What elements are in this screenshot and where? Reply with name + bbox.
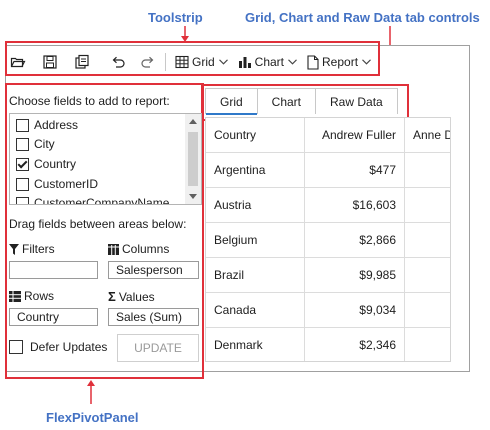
field-checkbox[interactable] [16, 137, 29, 151]
rows-label: Rows [24, 289, 55, 303]
filters-area[interactable] [9, 261, 98, 279]
pivot-grid[interactable]: Country Andrew Fuller Anne D Argentina $… [205, 117, 451, 362]
field-checkbox[interactable] [16, 177, 29, 191]
row-header-cell[interactable]: Brazil [206, 258, 305, 293]
toolstrip-highlight [5, 41, 380, 76]
table-row: Belgium $2,866 [206, 223, 450, 258]
tab-raw-data[interactable]: Raw Data [315, 88, 398, 114]
values-label: Values [118, 289, 155, 304]
row-header-cell[interactable]: Denmark [206, 328, 305, 361]
field-label: Address [34, 118, 79, 132]
table-row: Canada $9,034 [206, 293, 450, 328]
filters-area-label: Filters [9, 242, 55, 256]
filter-icon [9, 243, 19, 255]
defer-updates-box[interactable] [9, 340, 23, 354]
filters-label: Filters [22, 242, 55, 256]
scroll-thumb[interactable] [188, 132, 198, 186]
columns-area[interactable]: Salesperson [108, 261, 199, 279]
column-header-andrew-fuller[interactable]: Andrew Fuller [305, 118, 405, 153]
table-row: Austria $16,603 [206, 188, 450, 223]
value-cell[interactable]: $9,034 [305, 293, 405, 328]
rows-area[interactable]: Country [9, 308, 98, 326]
field-label: City [34, 137, 55, 151]
table-row: Denmark $2,346 [206, 328, 450, 361]
value-cell[interactable] [405, 153, 450, 188]
value-cell[interactable] [405, 328, 450, 361]
row-header-cell[interactable]: Canada [206, 293, 305, 328]
field-list[interactable]: Address City Country CustomerID Customer… [9, 113, 202, 205]
drag-fields-heading: Drag fields between areas below: [9, 217, 187, 231]
field-checkbox-checked[interactable] [16, 157, 29, 171]
value-cell[interactable] [405, 188, 450, 223]
field-item-customer-company-name[interactable]: CustomerCompanyName [16, 194, 170, 205]
field-item-country[interactable]: Country [16, 155, 76, 173]
columns-area-label: Columns [108, 242, 169, 256]
row-header-cell[interactable]: Argentina [206, 153, 305, 188]
row-header-cell[interactable]: Austria [206, 188, 305, 223]
field-list-scrollbar[interactable] [185, 114, 201, 204]
value-cell[interactable]: $2,866 [305, 223, 405, 258]
value-cell[interactable] [405, 293, 450, 328]
scroll-down-icon[interactable] [189, 194, 197, 199]
field-item-address[interactable]: Address [16, 116, 78, 134]
rows-icon [9, 290, 21, 302]
field-label: CustomerID [34, 177, 99, 191]
values-area[interactable]: Sales (Sum) [108, 308, 199, 326]
tab-grid[interactable]: Grid [205, 88, 258, 115]
columns-icon [108, 243, 119, 255]
field-checkbox[interactable] [16, 118, 29, 132]
values-area-label: Σ Values [108, 289, 155, 304]
rows-area-label: Rows [9, 289, 54, 303]
field-item-city[interactable]: City [16, 135, 55, 153]
choose-fields-heading: Choose fields to add to report: [9, 94, 170, 108]
value-cell[interactable]: $9,985 [305, 258, 405, 293]
field-label: Country [34, 157, 77, 171]
table-row: Argentina $477 [206, 153, 450, 188]
column-header-country[interactable]: Country [206, 118, 305, 153]
update-button[interactable]: UPDATE [117, 334, 199, 362]
column-header-anne-d[interactable]: Anne D [405, 118, 450, 153]
scroll-up-icon[interactable] [189, 119, 197, 124]
field-checkbox[interactable] [16, 196, 29, 204]
tab-chart[interactable]: Chart [256, 88, 317, 114]
field-item-customerid[interactable]: CustomerID [16, 175, 98, 193]
value-cell[interactable]: $16,603 [305, 188, 405, 223]
field-label: CustomerCompanyName [34, 196, 170, 205]
view-tabs: Grid Chart Raw Data [205, 88, 398, 115]
value-cell[interactable] [405, 258, 450, 293]
table-row: Brazil $9,985 [206, 258, 450, 293]
defer-updates-label: Defer Updates [30, 340, 108, 354]
flex-pivot-panel: Choose fields to add to report: Address … [7, 86, 202, 376]
value-cell[interactable]: $2,346 [305, 328, 405, 361]
sigma-icon: Σ [108, 289, 116, 304]
defer-updates-checkbox[interactable]: Defer Updates [9, 340, 107, 354]
value-cell[interactable]: $477 [305, 153, 405, 188]
value-cell[interactable] [405, 223, 450, 258]
columns-label: Columns [122, 242, 170, 256]
grid-header-row: Country Andrew Fuller Anne D [206, 118, 450, 153]
row-header-cell[interactable]: Belgium [206, 223, 305, 258]
